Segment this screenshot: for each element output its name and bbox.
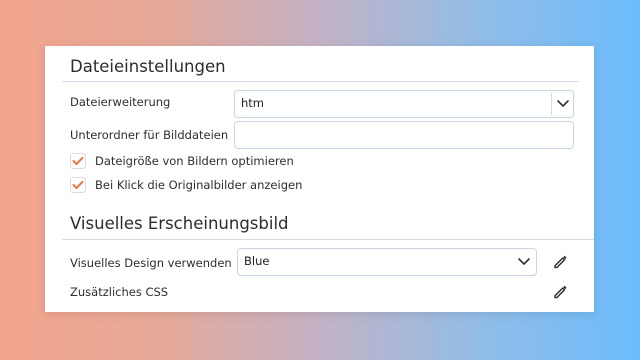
select-divider (551, 93, 552, 115)
optimize-image-size-label: Dateigröße von Bildern optimieren (95, 154, 294, 168)
file-extension-label: Dateierweiterung (70, 95, 171, 109)
file-settings-heading: Dateieinstellungen (70, 57, 226, 76)
edit-design-pencil-icon[interactable] (552, 254, 568, 270)
file-extension-select[interactable]: htm (234, 90, 574, 118)
optimize-image-size-checkbox[interactable] (70, 153, 86, 169)
settings-panel: Dateieinstellungen Dateierweiterung htm … (45, 46, 594, 312)
show-original-images-checkbox[interactable] (70, 177, 86, 193)
show-original-images-label: Bei Klick die Originalbilder anzeigen (95, 178, 303, 192)
checkmark-icon (72, 156, 84, 165)
edit-css-pencil-icon[interactable] (552, 284, 568, 300)
chevron-down-icon[interactable] (555, 99, 571, 109)
show-original-images-row[interactable]: Bei Klick die Originalbilder anzeigen (70, 176, 302, 194)
checkmark-icon (72, 180, 84, 189)
visual-design-value: Blue (244, 254, 270, 268)
visual-design-select[interactable]: Blue (237, 248, 537, 276)
appearance-divider (62, 239, 594, 240)
optimize-image-size-row[interactable]: Dateigröße von Bildern optimieren (70, 152, 294, 170)
image-subfolder-label: Unterordner für Bilddateien (70, 128, 229, 142)
additional-css-label: Zusätzliches CSS (70, 285, 169, 299)
file-settings-divider (62, 81, 579, 82)
file-extension-value: htm (241, 96, 264, 110)
image-subfolder-input[interactable] (234, 121, 574, 149)
visual-design-label: Visuelles Design verwenden (70, 256, 232, 270)
appearance-heading: Visuelles Erscheinungsbild (70, 214, 289, 233)
chevron-down-icon[interactable] (516, 257, 532, 267)
